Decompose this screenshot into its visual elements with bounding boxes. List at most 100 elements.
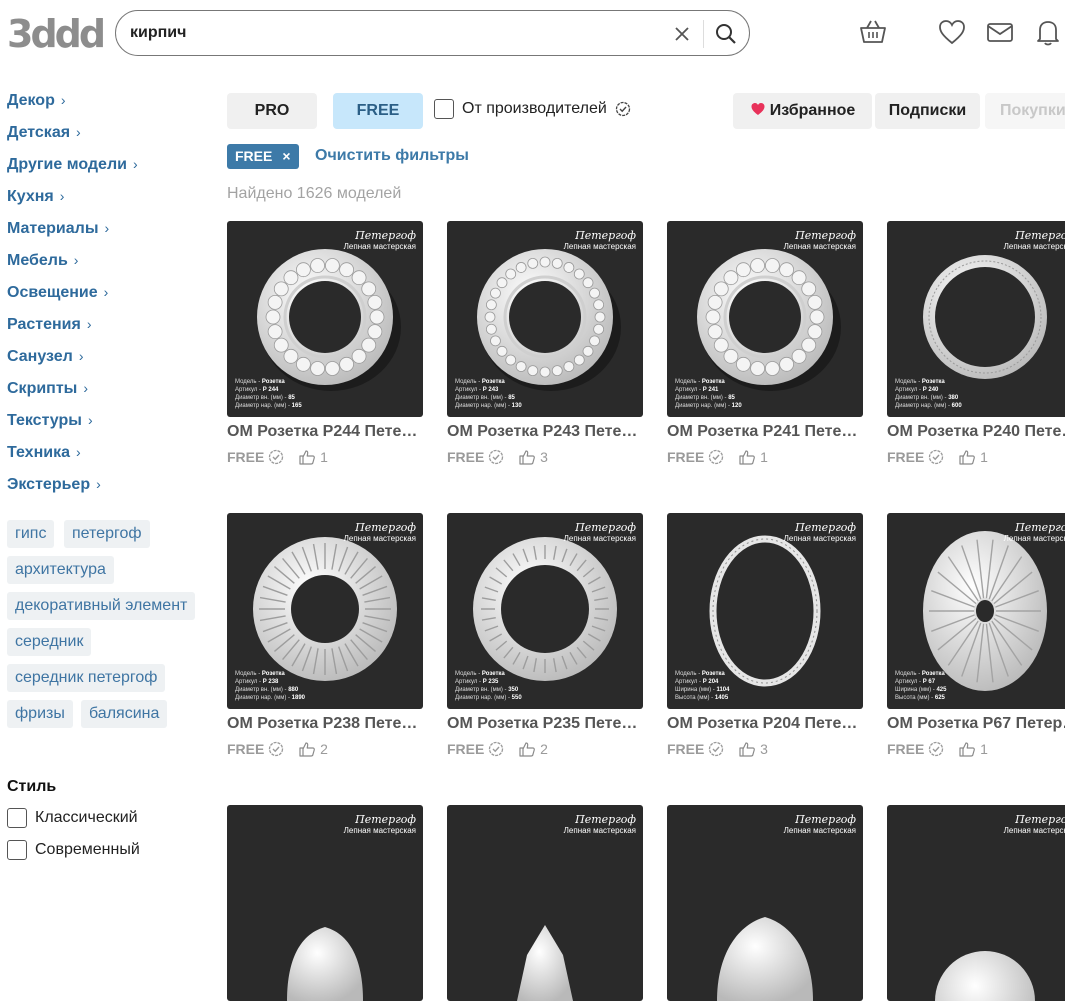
tag[interactable]: балясина xyxy=(81,700,168,728)
spec-value: 165 xyxy=(291,403,302,409)
sidebar-category[interactable]: Текстуры › xyxy=(7,412,93,436)
sidebar-category[interactable]: Детская › xyxy=(7,124,81,148)
subscriptions-button[interactable]: Подписки xyxy=(875,93,980,129)
model-thumbnail[interactable]: ПетергофЛепная мастерская Модель - Розетк… xyxy=(887,221,1065,417)
checkbox-box[interactable] xyxy=(7,840,27,860)
style-classic-checkbox[interactable]: Классический xyxy=(7,808,138,830)
tag[interactable]: декоративный элемент xyxy=(7,592,196,620)
like-icon[interactable] xyxy=(298,741,316,757)
model-title[interactable]: ОМ Розетка Р243 Петергоф xyxy=(447,423,643,441)
model-thumbnail[interactable]: ПетергофЛепная мастерская xyxy=(667,805,863,1001)
like-icon[interactable] xyxy=(298,449,316,465)
manufacturers-checkbox[interactable]: От производителей xyxy=(434,99,631,119)
model-card[interactable]: ПетергофЛепная мастерская Модель - Розетк… xyxy=(667,513,863,763)
close-icon[interactable]: × xyxy=(282,148,290,164)
sidebar-category[interactable]: Материалы › xyxy=(7,220,109,244)
brand-watermark: ПетергофЛепная мастерская xyxy=(344,814,416,836)
tag[interactable]: архитектура xyxy=(7,556,114,584)
model-card[interactable]: ПетергофЛепная мастерская xyxy=(667,805,863,1001)
clear-filters-link[interactable]: Очистить фильтры xyxy=(315,147,469,165)
free-filter-button[interactable]: FREE xyxy=(333,93,423,129)
search-input[interactable] xyxy=(130,21,660,45)
model-thumbnail[interactable]: ПетергофЛепная мастерская xyxy=(887,805,1065,1001)
purchases-button[interactable]: Покупки xyxy=(985,93,1065,129)
tag[interactable]: петергоф xyxy=(64,520,150,548)
model-meta: FREE 1 xyxy=(887,449,988,465)
sidebar-category[interactable]: Мебель › xyxy=(7,252,78,276)
model-card[interactable]: ПетергофЛепная мастерская Модель - Розетк… xyxy=(667,221,863,471)
model-card[interactable]: ПетергофЛепная мастерская Модель - Розетк… xyxy=(447,513,643,763)
search-icon[interactable] xyxy=(713,21,739,47)
model-title[interactable]: ОМ Розетка Р238 Петергоф xyxy=(227,715,423,733)
model-card[interactable]: ПетергофЛепная мастерская Модель - Розетк… xyxy=(887,513,1065,763)
chevron-right-icon: › xyxy=(104,220,110,236)
model-card[interactable]: ПетергофЛепная мастерская Модель - Розетк… xyxy=(887,221,1065,471)
spec-value: 625 xyxy=(934,695,945,701)
model-thumbnail[interactable]: ПетергофЛепная мастерская Модель - Розетк… xyxy=(447,513,643,709)
like-icon[interactable] xyxy=(738,449,756,465)
mail-icon[interactable] xyxy=(984,16,1016,48)
model-thumbnail[interactable]: ПетергофЛепная мастерская Модель - Розетк… xyxy=(447,221,643,417)
style-modern-checkbox[interactable]: Современный xyxy=(7,840,140,862)
spec-value: Розетка xyxy=(701,379,725,385)
clear-icon[interactable] xyxy=(670,22,694,46)
model-thumbnail[interactable]: ПетергофЛепная мастерская Модель - Розетк… xyxy=(887,513,1065,709)
sidebar-category[interactable]: Санузел › xyxy=(7,348,83,372)
spec-block: Модель - Розетка Артикул - Р 244 Диаметр в… xyxy=(235,378,302,410)
spec-label: Артикул - xyxy=(235,679,263,685)
like-icon[interactable] xyxy=(958,741,976,757)
model-card[interactable]: ПетергофЛепная мастерская xyxy=(447,805,643,1001)
like-icon[interactable] xyxy=(518,741,536,757)
like-icon[interactable] xyxy=(958,449,976,465)
model-card[interactable]: ПетергофЛепная мастерская Модель - Розетк… xyxy=(227,513,423,763)
spec-label: Модель - xyxy=(235,379,262,385)
spec-label: Модель - xyxy=(895,671,922,677)
chevron-right-icon: › xyxy=(132,156,138,172)
spec-block: Модель - Розетка Артикул - Р 238 Диаметр в… xyxy=(235,670,305,702)
tag[interactable]: середник xyxy=(7,628,92,656)
model-title[interactable]: ОМ Розетка Р235 Петергоф xyxy=(447,715,643,733)
model-thumbnail[interactable]: ПетергофЛепная мастерская xyxy=(447,805,643,1001)
tag[interactable]: середник петергоф xyxy=(7,664,166,692)
spec-value: Розетка xyxy=(921,671,945,677)
like-icon[interactable] xyxy=(738,741,756,757)
model-thumbnail[interactable]: ПетергофЛепная мастерская Модель - Розетк… xyxy=(227,221,423,417)
like-count: 1 xyxy=(980,741,988,757)
model-thumbnail[interactable]: ПетергофЛепная мастерская Модель - Розетк… xyxy=(227,513,423,709)
model-title[interactable]: ОМ Розетка Р67 Петергоф xyxy=(887,715,1065,733)
model-title[interactable]: ОМ Розетка Р244 Петергоф xyxy=(227,423,423,441)
free-badge: FREE xyxy=(227,741,265,757)
sidebar-category[interactable]: Другие модели › xyxy=(7,156,138,180)
sidebar-category[interactable]: Декор › xyxy=(7,92,66,116)
site-logo[interactable]: 3ddd xyxy=(7,14,106,54)
sidebar-category[interactable]: Освещение › xyxy=(7,284,108,308)
spec-label: Диаметр вн. (мм) - xyxy=(235,687,289,693)
bell-icon[interactable] xyxy=(1032,16,1064,48)
spec-label: Диаметр вн. (мм) - xyxy=(455,395,509,401)
like-icon[interactable] xyxy=(518,449,536,465)
model-title[interactable]: ОМ Розетка Р204 Петергоф xyxy=(667,715,863,733)
model-thumbnail[interactable]: ПетергофЛепная мастерская xyxy=(227,805,423,1001)
pro-filter-button[interactable]: PRO xyxy=(227,93,317,129)
model-card[interactable]: ПетергофЛепная мастерская Модель - Розетк… xyxy=(447,221,643,471)
model-card[interactable]: ПетергофЛепная мастерская Модель - Розетк… xyxy=(227,221,423,471)
model-title[interactable]: ОМ Розетка Р240 Петергоф xyxy=(887,423,1065,441)
model-thumbnail[interactable]: ПетергофЛепная мастерская Модель - Розетк… xyxy=(667,513,863,709)
model-card[interactable]: ПетергофЛепная мастерская xyxy=(887,805,1065,1001)
sidebar-category[interactable]: Скрипты › xyxy=(7,380,88,404)
basket-icon[interactable] xyxy=(857,16,889,48)
model-card[interactable]: ПетергофЛепная мастерская xyxy=(227,805,423,1001)
sidebar-category[interactable]: Растения › xyxy=(7,316,92,340)
tag[interactable]: фризы xyxy=(7,700,73,728)
sidebar-category[interactable]: Кухня › xyxy=(7,188,64,212)
model-title[interactable]: ОМ Розетка Р241 Петергоф xyxy=(667,423,863,441)
checkbox-box[interactable] xyxy=(7,808,27,828)
sidebar-category[interactable]: Экстерьер › xyxy=(7,476,101,500)
checkbox-box[interactable] xyxy=(434,99,454,119)
heart-icon[interactable] xyxy=(936,16,968,48)
favorites-button[interactable]: Избранное xyxy=(733,93,872,129)
active-filter-chip[interactable]: FREE × xyxy=(227,144,299,169)
sidebar-category[interactable]: Техника › xyxy=(7,444,81,468)
tag[interactable]: гипс xyxy=(7,520,55,548)
model-thumbnail[interactable]: ПетергофЛепная мастерская Модель - Розетк… xyxy=(667,221,863,417)
